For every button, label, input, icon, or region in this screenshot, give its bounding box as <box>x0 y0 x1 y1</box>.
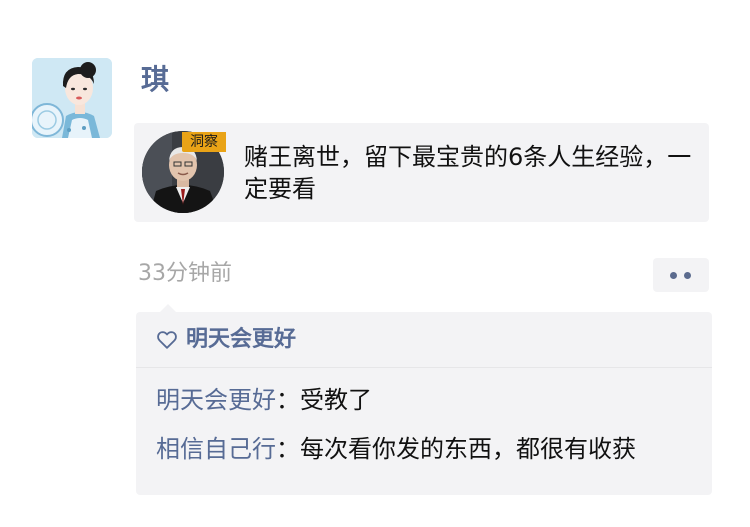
more-actions-button[interactable] <box>653 258 709 292</box>
article-tag-badge: 洞察 <box>182 132 226 152</box>
comment-author[interactable]: 相信自己行 <box>156 435 276 463</box>
post-username[interactable]: 琪 <box>141 60 169 100</box>
comment-separator: ： <box>276 435 300 463</box>
comment-item[interactable]: 相信自己行：每次看你发的东西，都很有收获 <box>156 433 636 465</box>
comment-text: 受教了 <box>300 386 372 414</box>
avatar[interactable] <box>32 58 112 138</box>
comment-item[interactable]: 明天会更好：受教了 <box>156 384 372 416</box>
likes-row: 明天会更好 <box>156 324 296 356</box>
heart-icon <box>157 331 177 349</box>
post-timestamp: 33分钟前 <box>138 261 232 286</box>
article-title: 赌王离世，留下最宝贵的6条人生经验，一定要看 <box>244 143 692 203</box>
comment-separator: ： <box>276 386 300 414</box>
comment-text: 每次看你发的东西，都很有收获 <box>300 435 636 463</box>
divider <box>136 367 712 368</box>
comment-author[interactable]: 明天会更好 <box>156 386 276 414</box>
likes-comments-panel: 明天会更好 明天会更好：受教了 相信自己行：每次看你发的东西，都很有收获 <box>136 304 712 495</box>
more-dot-icon <box>684 272 691 279</box>
woman-portrait-avatar-icon <box>32 58 112 138</box>
more-dot-icon <box>670 272 677 279</box>
like-user-name[interactable]: 明天会更好 <box>186 324 296 356</box>
